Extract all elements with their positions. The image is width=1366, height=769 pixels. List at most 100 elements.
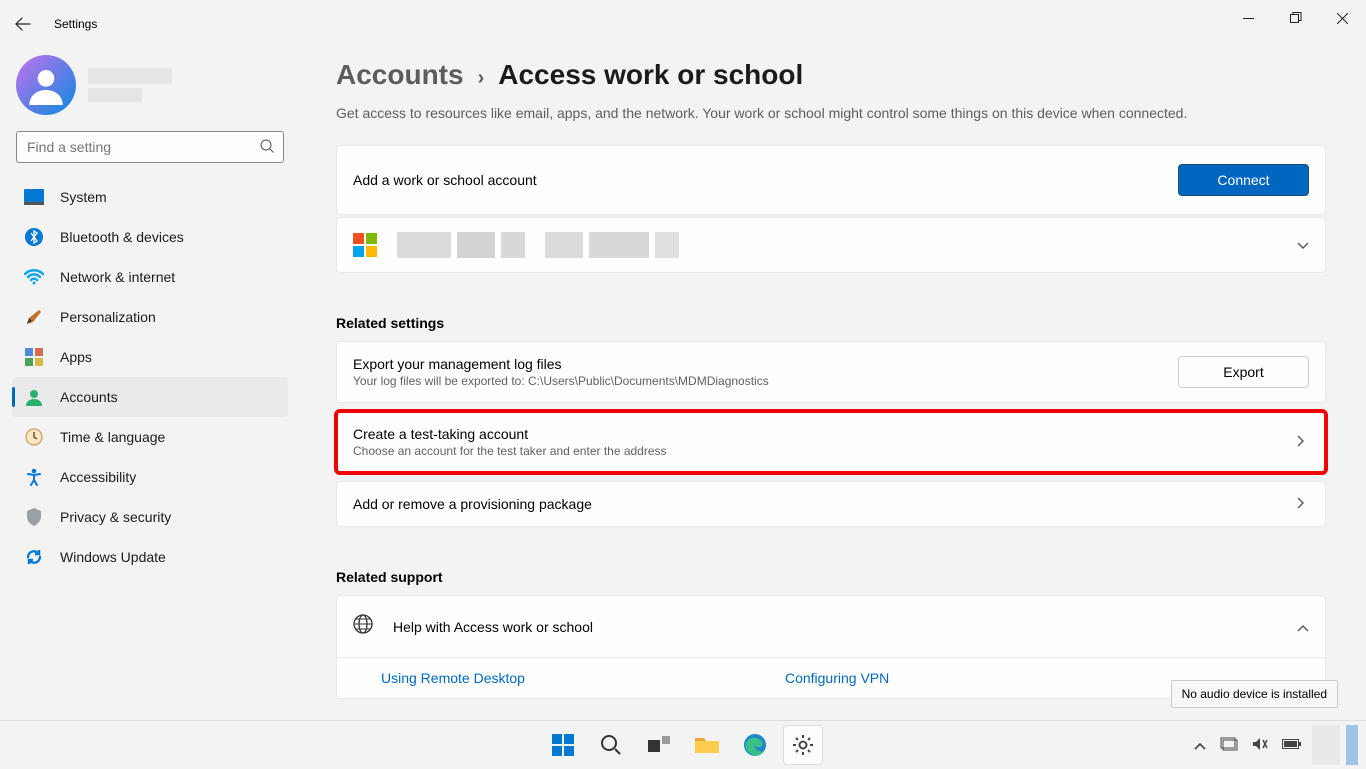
sidebar-item-label: Network & internet	[60, 269, 175, 285]
sidebar-item-network[interactable]: Network & internet	[12, 257, 288, 297]
window-title: Settings	[46, 17, 97, 31]
minimize-button[interactable]	[1225, 0, 1272, 36]
connect-button[interactable]: Connect	[1178, 164, 1309, 196]
sidebar: System Bluetooth & devices Network & int…	[0, 47, 300, 720]
connected-account-row[interactable]	[336, 217, 1326, 273]
chevron-down-icon	[1297, 237, 1309, 253]
apps-icon	[24, 347, 44, 367]
search-icon	[600, 734, 622, 756]
tray-overflow[interactable]	[1190, 733, 1210, 757]
taskbar-taskview[interactable]	[639, 725, 679, 765]
search-input[interactable]	[16, 131, 284, 163]
nav-list: System Bluetooth & devices Network & int…	[4, 177, 296, 577]
tray-clock-redacted[interactable]	[1312, 725, 1340, 765]
chevron-right-icon	[1297, 434, 1309, 450]
link-vpn[interactable]: Configuring VPN	[785, 670, 889, 686]
sidebar-item-label: Bluetooth & devices	[60, 229, 184, 245]
shield-icon	[24, 507, 44, 527]
chevron-right-icon: ›	[478, 67, 485, 90]
sidebar-item-label: Time & language	[60, 429, 165, 445]
update-icon	[24, 547, 44, 567]
maximize-icon	[1290, 12, 1302, 24]
sidebar-item-label: Apps	[60, 349, 92, 365]
audio-tooltip: No audio device is installed	[1171, 680, 1338, 708]
gear-icon	[792, 734, 814, 756]
windows-icon	[552, 734, 574, 756]
profile-block[interactable]	[4, 47, 296, 131]
sidebar-item-label: Accounts	[60, 389, 118, 405]
taskbar-edge[interactable]	[735, 725, 775, 765]
test-account-row[interactable]: Create a test-taking account Choose an a…	[336, 411, 1326, 473]
maximize-button[interactable]	[1272, 0, 1319, 36]
account-info-redacted	[397, 232, 679, 258]
folder-icon	[695, 735, 719, 755]
sidebar-item-accounts[interactable]: Accounts	[12, 377, 288, 417]
export-button[interactable]: Export	[1178, 356, 1309, 388]
clock-icon	[24, 427, 44, 447]
tray-battery-icon[interactable]	[1278, 733, 1306, 757]
avatar	[16, 55, 76, 115]
sidebar-item-update[interactable]: Windows Update	[12, 537, 288, 577]
wifi-icon	[24, 267, 44, 287]
search-container	[4, 131, 296, 177]
sidebar-item-personalization[interactable]: Personalization	[12, 297, 288, 337]
sidebar-item-time[interactable]: Time & language	[12, 417, 288, 457]
link-remote-desktop[interactable]: Using Remote Desktop	[381, 670, 525, 686]
sidebar-item-label: Personalization	[60, 309, 156, 325]
breadcrumb-parent[interactable]: Accounts	[336, 59, 464, 91]
search-icon	[260, 139, 274, 156]
provisioning-title: Add or remove a provisioning package	[353, 496, 592, 512]
display-icon	[24, 187, 44, 207]
sidebar-item-label: Privacy & security	[60, 509, 171, 525]
export-logs-row: Export your management log files Your lo…	[337, 342, 1325, 402]
arrow-left-icon	[15, 16, 31, 32]
add-account-card: Add a work or school account Connect	[336, 145, 1326, 215]
breadcrumb-current: Access work or school	[498, 59, 803, 91]
titlebar: Settings	[0, 0, 1366, 47]
taskbar-center	[543, 721, 823, 769]
minimize-icon	[1243, 13, 1254, 24]
sidebar-item-accessibility[interactable]: Accessibility	[12, 457, 288, 497]
related-support-heading: Related support	[336, 569, 1326, 585]
help-row[interactable]: Help with Access work or school	[337, 596, 1325, 657]
accessibility-icon	[24, 467, 44, 487]
taskbar-settings[interactable]	[783, 725, 823, 765]
back-button[interactable]	[0, 0, 46, 47]
breadcrumb: Accounts › Access work or school	[336, 59, 1326, 91]
sidebar-item-label: Accessibility	[60, 469, 136, 485]
accounts-icon	[24, 387, 44, 407]
sidebar-item-label: System	[60, 189, 107, 205]
provisioning-row[interactable]: Add or remove a provisioning package	[336, 481, 1326, 527]
person-icon	[26, 65, 66, 105]
system-tray	[1190, 721, 1358, 769]
related-settings-heading: Related settings	[336, 315, 1326, 331]
sidebar-item-system[interactable]: System	[12, 177, 288, 217]
globe-icon	[353, 614, 373, 639]
chevron-right-icon	[1297, 496, 1309, 512]
profile-text	[88, 68, 172, 102]
test-sub: Choose an account for the test taker and…	[353, 444, 667, 458]
test-title: Create a test-taking account	[353, 426, 667, 442]
taskbar-search[interactable]	[591, 725, 631, 765]
tray-onedrive-icon[interactable]	[1216, 733, 1242, 758]
related-settings-panel: Export your management log files Your lo…	[336, 341, 1326, 403]
help-title: Help with Access work or school	[393, 619, 593, 635]
close-button[interactable]	[1319, 0, 1366, 36]
sidebar-item-privacy[interactable]: Privacy & security	[12, 497, 288, 537]
taskview-icon	[648, 736, 670, 754]
paint-icon	[24, 307, 44, 327]
start-button[interactable]	[543, 725, 583, 765]
tray-audio-icon[interactable]	[1248, 733, 1272, 758]
taskbar	[0, 720, 1366, 768]
chevron-up-icon	[1297, 619, 1309, 635]
sidebar-item-apps[interactable]: Apps	[12, 337, 288, 377]
taskbar-explorer[interactable]	[687, 725, 727, 765]
sidebar-item-label: Windows Update	[60, 549, 166, 565]
export-title: Export your management log files	[353, 356, 769, 372]
sidebar-item-bluetooth[interactable]: Bluetooth & devices	[12, 217, 288, 257]
main-content: Accounts › Access work or school Get acc…	[300, 47, 1366, 720]
page-subtitle: Get access to resources like email, apps…	[336, 105, 1326, 121]
close-icon	[1337, 13, 1348, 24]
profile-name-redacted	[88, 68, 172, 84]
tray-notifications[interactable]	[1346, 725, 1358, 765]
